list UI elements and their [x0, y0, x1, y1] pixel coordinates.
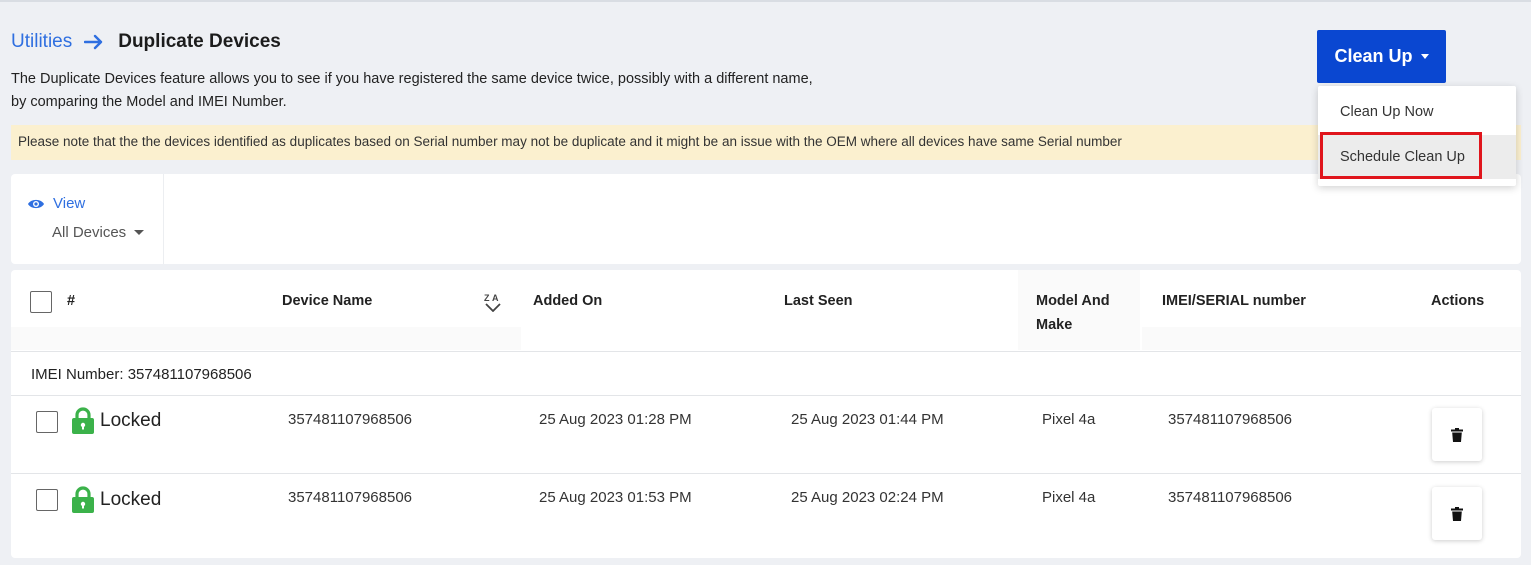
view-filter: View All Devices	[11, 174, 164, 264]
arrow-right-icon	[84, 34, 103, 50]
duplicate-devices-table: # Device Name Z A Added On Last Seen Mod…	[11, 270, 1521, 558]
group-label-value: 357481107968506	[127, 366, 252, 383]
page-title: Duplicate Devices	[118, 31, 281, 52]
breadcrumb: Utilities Duplicate Devices	[11, 31, 281, 53]
column-header-model-make[interactable]: Model And Make	[1036, 289, 1110, 337]
cell-device-name[interactable]: 357481107968506	[288, 489, 412, 506]
top-divider	[0, 0, 1531, 2]
view-select[interactable]: All Devices	[52, 224, 145, 241]
view-panel: View All Devices	[11, 174, 1521, 264]
cell-last-seen: 25 Aug 2023 02:24 PM	[791, 489, 944, 506]
view-label: View	[53, 195, 86, 212]
cell-last-seen: 25 Aug 2023 01:44 PM	[791, 411, 944, 428]
caret-down-icon	[1420, 54, 1429, 59]
header-divider	[11, 351, 1521, 352]
clean-up-button-label: Clean Up	[1334, 46, 1413, 66]
cell-model: Pixel 4a	[1042, 411, 1096, 428]
sort-z-a-icon[interactable]: Z A	[483, 292, 503, 312]
lock-status-label: Locked	[100, 488, 162, 510]
view-link[interactable]: View	[27, 195, 85, 212]
clean-up-button[interactable]: Clean Up	[1317, 30, 1446, 83]
row-checkbox[interactable]	[36, 411, 58, 433]
row-checkbox[interactable]	[36, 489, 58, 511]
lock-icon	[72, 486, 94, 513]
cell-added-on: 25 Aug 2023 01:28 PM	[539, 411, 692, 428]
breadcrumb-utilities-link[interactable]: Utilities	[11, 31, 72, 53]
menu-item-clean-up-now[interactable]: Clean Up Now	[1318, 90, 1516, 134]
cell-device-name[interactable]: 357481107968506	[288, 411, 412, 428]
group-label-prefix: IMEI Number:	[31, 366, 124, 383]
warning-note: Please note that the the devices identif…	[11, 125, 1521, 160]
column-header-device-name[interactable]: Device Name	[282, 289, 372, 313]
column-header-actions: Actions	[1431, 293, 1485, 309]
delete-button[interactable]	[1432, 487, 1482, 540]
header-cell-shade	[1142, 327, 1521, 350]
header-cell-shade	[11, 327, 521, 350]
column-header-last-seen[interactable]: Last Seen	[784, 289, 853, 313]
cell-imei: 357481107968506	[1168, 411, 1293, 428]
cell-added-on: 25 Aug 2023 01:53 PM	[539, 489, 692, 506]
svg-text:A: A	[492, 293, 499, 303]
trash-icon	[1451, 427, 1463, 442]
column-header-model-line-1: Model And	[1036, 293, 1110, 309]
lock-status: Locked	[72, 407, 161, 434]
group-label-imei: IMEI Number: 357481107968506	[31, 366, 252, 383]
cell-imei: 357481107968506	[1168, 489, 1293, 506]
page-description: The Duplicate Devices feature allows you…	[11, 68, 911, 114]
svg-text:Z: Z	[484, 293, 490, 303]
row-divider	[11, 473, 1521, 474]
select-all-checkbox[interactable]	[30, 291, 52, 313]
clean-up-dropdown-menu: Clean Up Now Schedule Clean Up	[1318, 86, 1516, 186]
column-header-added-on[interactable]: Added On	[533, 289, 602, 313]
lock-icon	[72, 407, 94, 434]
description-line-1: The Duplicate Devices feature allows you…	[11, 71, 813, 87]
cell-model: Pixel 4a	[1042, 489, 1096, 506]
lock-status-label: Locked	[100, 409, 162, 431]
column-header-imei[interactable]: IMEI/SERIAL number	[1162, 289, 1306, 313]
row-divider	[11, 395, 1521, 396]
view-selected-value: All Devices	[52, 224, 127, 241]
lock-status: Locked	[72, 486, 161, 513]
caret-down-icon	[134, 230, 145, 235]
column-header-model-line-2: Make	[1036, 317, 1073, 333]
description-line-2: by comparing the Model and IMEI Number.	[11, 94, 287, 110]
menu-item-schedule-clean-up[interactable]: Schedule Clean Up	[1318, 135, 1516, 179]
delete-button[interactable]	[1432, 408, 1482, 461]
column-header-index: #	[67, 293, 76, 309]
trash-icon	[1451, 506, 1463, 521]
eye-icon	[28, 199, 44, 208]
